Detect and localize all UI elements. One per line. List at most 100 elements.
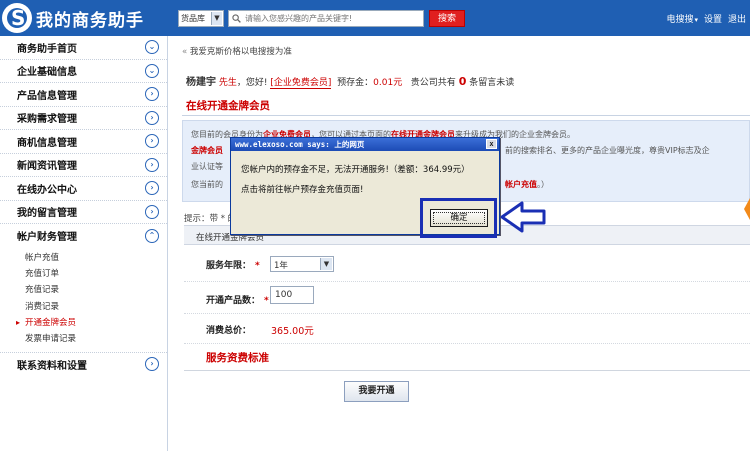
info-text: 前的搜索排名、更多的产品企业曝光度，尊贵VIP标志及企 <box>505 146 710 155</box>
sidebar-item-label: 在线办公中心 <box>17 184 77 196</box>
top-header: 我的商务助手 货品库 ▼ 请输入您感兴趣的产品关键字! 搜索 电搜搜 设置 退出 <box>0 0 750 36</box>
submenu-item-recharge-orders[interactable]: 充值订单 <box>25 266 167 282</box>
info-highlight: 金牌会员 <box>191 146 223 155</box>
info-text: 。） <box>537 180 549 189</box>
total-price: 365.00元 <box>271 326 314 337</box>
logo[interactable]: 我的商务助手 <box>2 3 170 33</box>
search-category-value: 货品库 <box>181 14 205 23</box>
submenu-item-recharge[interactable]: 帐户充值 <box>25 250 167 266</box>
sidebar-item-contact-settings[interactable]: 联系资料和设置 › <box>0 351 167 376</box>
submenu-item-recharge-records[interactable]: 充值记录 <box>25 282 167 298</box>
info-line-2: 金牌会员 <box>191 145 223 156</box>
ok-button[interactable]: 确定 <box>430 209 488 227</box>
sidebar-item-label: 采购需求管理 <box>17 114 77 126</box>
required-star: * <box>264 296 269 306</box>
submenu-item-consumption[interactable]: 消费记录 <box>25 299 167 315</box>
sidebar-item-company-info[interactable]: 企业基础信息 ⌄ <box>0 60 167 83</box>
logo-icon <box>2 3 32 33</box>
sidebar-item-news[interactable]: 新闻资讯管理 › <box>0 154 167 177</box>
submenu-item-gold-member[interactable]: 开通金牌会员 <box>16 315 167 332</box>
chevron-right-icon: › <box>145 87 159 102</box>
search-placeholder: 请输入您感兴趣的产品关键字! <box>245 14 353 23</box>
chevron-down-icon: ⌄ <box>145 63 159 78</box>
sidebar-item-label: 联系资料和设置 <box>17 360 87 372</box>
divider <box>184 370 750 371</box>
search-category-select[interactable]: 货品库 ▼ <box>178 10 224 27</box>
chevron-down-icon: ▼ <box>211 12 222 25</box>
sidebar-item-finance[interactable]: 帐户财务管理 ⌃ <box>0 224 167 248</box>
search-icon <box>232 14 241 23</box>
sidebar-item-business-opps[interactable]: 商机信息管理 › <box>0 130 167 154</box>
chevron-right-icon: › <box>145 181 159 196</box>
count-label: 开通产品数： * <box>206 293 269 306</box>
breadcrumb[interactable]: 我爱克斯价格以电搜搜为准 <box>182 45 292 57</box>
form-row-total: 消费总价： 365.00元 <box>184 314 750 344</box>
form-row-count: 开通产品数： * 100 <box>184 282 750 314</box>
unread-count[interactable]: 0 <box>459 75 467 88</box>
user-honorific: 先生 <box>218 78 237 88</box>
total-label: 消费总价： <box>206 326 252 336</box>
balance-label: 预存金： <box>337 78 374 88</box>
chevron-right-icon: › <box>145 110 159 125</box>
link-logout[interactable]: 退出 <box>728 12 746 25</box>
sidebar-item-purchasing[interactable]: 采购需求管理 › <box>0 107 167 130</box>
chevron-right-icon: › <box>145 357 159 372</box>
finance-submenu: 帐户充值 充值订单 充值记录 消费记录 开通金牌会员 发票申请记录 <box>0 248 167 352</box>
info-line-4b: 帐户充值。） <box>505 179 549 190</box>
info-line-2b: 前的搜索排名、更多的产品企业曝光度，尊贵VIP标志及企 <box>505 145 710 156</box>
submenu-item-invoices[interactable]: 发票申请记录 <box>25 331 167 347</box>
chevron-down-icon: ⌄ <box>145 40 159 55</box>
product-count-input[interactable]: 100 <box>270 286 314 304</box>
chevron-right-icon: › <box>145 134 159 149</box>
balance-value: 0.01元 <box>373 78 403 88</box>
search-button[interactable]: 搜索 <box>429 10 465 27</box>
dialog-title-text: www.elexoso.com says: 上的网页 <box>235 140 365 149</box>
search-bar: 货品库 ▼ 请输入您感兴趣的产品关键字! 搜索 <box>178 10 465 27</box>
chevron-right-icon: › <box>145 204 159 219</box>
open-membership-button[interactable]: 我要开通 <box>344 381 409 402</box>
sidebar-item-label: 商务助手首页 <box>17 43 77 55</box>
greeting: ，您好! <box>236 78 268 88</box>
recharge-link[interactable]: 帐户充值 <box>505 180 537 189</box>
info-line-3: 业认证等 <box>191 161 223 172</box>
top-links: 电搜搜 设置 退出 <box>666 12 746 25</box>
sidebar-item-label: 帐户财务管理 <box>17 232 77 244</box>
sidebar-item-label: 我的留言管理 <box>17 208 77 220</box>
info-text: 业认证等 <box>191 162 223 171</box>
messages-prefix: 贵公司共有 <box>410 78 456 88</box>
form-row-years: 服务年限： * 1年 ▼ <box>184 246 750 282</box>
chevron-up-icon: ⌃ <box>145 228 159 243</box>
years-select[interactable]: 1年 ▼ <box>270 256 334 272</box>
sidebar-item-label: 新闻资讯管理 <box>17 161 77 173</box>
chevron-down-icon: ▼ <box>320 258 332 270</box>
side-tab-marker[interactable] <box>744 198 750 220</box>
info-text: 您当前的 <box>191 180 223 189</box>
link-settings[interactable]: 设置 <box>704 12 722 25</box>
arrow-left-icon <box>500 201 546 233</box>
close-icon[interactable]: x <box>486 139 497 149</box>
page-title: 在线开通金牌会员 <box>186 100 270 112</box>
sidebar-item-label: 企业基础信息 <box>17 67 77 79</box>
sidebar: 商务助手首页 ⌄ 企业基础信息 ⌄ 产品信息管理 › 采购需求管理 › 商机信息管理 › … <box>0 36 168 451</box>
count-label-text: 开通产品数： <box>206 296 261 306</box>
logo-text: 我的商务助手 <box>36 10 144 31</box>
sidebar-item-messages[interactable]: 我的留言管理 › <box>0 201 167 224</box>
dialog-title: www.elexoso.com says: 上的网页 x <box>231 138 499 151</box>
link-diansousou[interactable]: 电搜搜 <box>666 12 698 25</box>
required-star: * <box>255 261 260 271</box>
sidebar-item-products[interactable]: 产品信息管理 › <box>0 83 167 107</box>
dialog-message: 您帐户内的预存金不足，无法开通服务!（差额：364.99元） <box>241 165 470 175</box>
sidebar-item-home[interactable]: 商务助手首页 ⌄ <box>0 36 167 60</box>
search-input[interactable]: 请输入您感兴趣的产品关键字! <box>228 10 424 27</box>
member-type-link[interactable]: [企业免费会员] <box>270 78 332 89</box>
divider <box>182 115 750 116</box>
sidebar-item-office[interactable]: 在线办公中心 › <box>0 177 167 201</box>
chevron-right-icon: › <box>145 157 159 172</box>
years-label: 服务年限： * <box>206 258 260 271</box>
user-status-line: 杨建宇 先生，您好! [企业免费会员] 预存金：0.01元 贵公司共有 0 条留… <box>186 73 514 89</box>
user-name: 杨建宇 <box>186 77 216 88</box>
dialog-message-secondary: 点击将前往帐户预存金充值页面! <box>241 185 364 195</box>
sidebar-item-label: 商机信息管理 <box>17 137 77 149</box>
main-content: 我爱克斯价格以电搜搜为准 杨建宇 先生，您好! [企业免费会员] 预存金：0.0… <box>168 36 750 451</box>
pricing-standard-title: 服务资费标准 <box>206 352 269 364</box>
